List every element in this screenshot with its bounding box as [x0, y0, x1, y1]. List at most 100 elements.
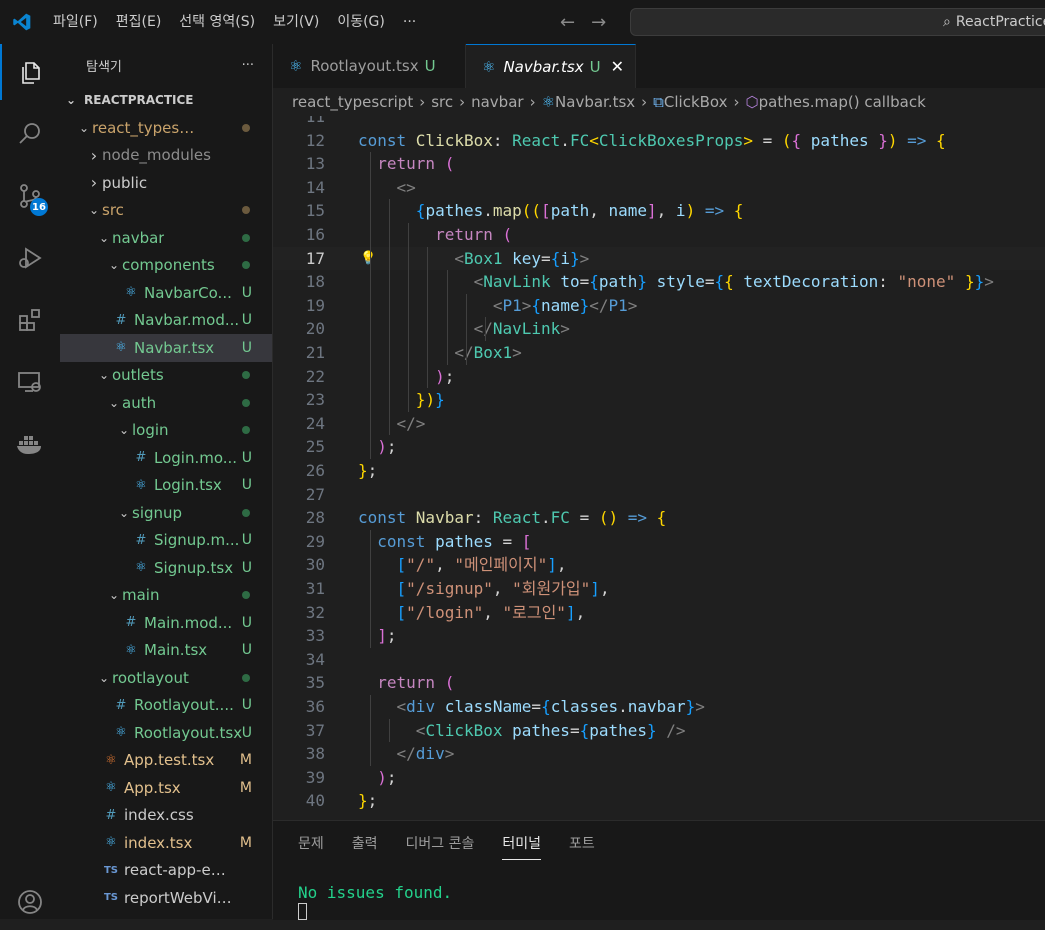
- tree-item[interactable]: # Signup.m... U: [60, 527, 272, 555]
- more-actions-icon[interactable]: ···: [242, 58, 254, 73]
- editor-tab[interactable]: ⚛ Rootlayout.tsx U: [273, 44, 466, 88]
- tree-item[interactable]: # Rootlayout.... U: [60, 692, 272, 720]
- code-text: return (: [435, 225, 513, 244]
- react-file-icon: ⚛: [125, 642, 137, 658]
- tree-item[interactable]: ⚛ Navbar.tsx U: [60, 334, 272, 362]
- code-text: <>: [396, 177, 416, 197]
- tree-item[interactable]: ⌄ auth: [60, 389, 272, 417]
- tree-item[interactable]: # Main.mod... U: [60, 609, 272, 637]
- explorer-title: 탐색기: [86, 59, 122, 75]
- tree-item[interactable]: ⚛ Rootlayout.tsx U: [60, 719, 272, 747]
- search-icon[interactable]: [0, 106, 60, 162]
- menu-item[interactable]: 이동(G): [328, 0, 394, 44]
- command-center-search[interactable]: ⌕ ReactPractice: [630, 8, 1045, 36]
- lightbulb-icon[interactable]: 💡: [360, 247, 376, 271]
- tree-item[interactable]: TS react-app-env.d.ts: [60, 857, 272, 885]
- breadcrumb-item[interactable]: src: [431, 93, 453, 111]
- tree-item-label: Login.tsx: [154, 476, 222, 495]
- tree-item[interactable]: ⌄ outlets: [60, 362, 272, 390]
- tree-item[interactable]: ⚛ Signup.tsx U: [60, 554, 272, 582]
- tree-item[interactable]: ⚛ NavbarCo... U: [60, 279, 272, 307]
- tree-item-label: Signup.m...: [154, 531, 240, 550]
- tree-item[interactable]: # Navbar.mod... U: [60, 307, 272, 335]
- panel-tab[interactable]: 문제: [298, 833, 324, 853]
- forward-arrow-icon[interactable]: →: [591, 12, 606, 33]
- react-file-icon: ⚛: [482, 57, 496, 76]
- line-number: 28: [305, 508, 325, 528]
- tree-item[interactable]: ⚛ Login.tsx U: [60, 472, 272, 500]
- git-status-dot: [242, 426, 250, 435]
- tree-item[interactable]: ⌄ rootlayout: [60, 664, 272, 692]
- explorer-icon[interactable]: [0, 44, 60, 100]
- panel-tab[interactable]: 터미널: [502, 833, 542, 860]
- close-icon[interactable]: ✕: [611, 57, 624, 76]
- code-text: <Box1 key={i}>: [454, 248, 590, 268]
- tree-item-label: Main.mod...: [144, 613, 233, 632]
- react-file-icon: ⚛: [541, 93, 556, 111]
- react-file-icon: ⚛: [135, 560, 147, 576]
- extensions-icon[interactable]: [0, 292, 60, 348]
- git-status-badge: U: [241, 614, 252, 631]
- workspace-root[interactable]: ⌄ REACTPRACTICE: [60, 86, 272, 114]
- tree-item[interactable]: ⌄ login: [60, 417, 272, 445]
- tree-item[interactable]: # index.css: [60, 802, 272, 830]
- tree-item[interactable]: ⚛ Main.tsx U: [60, 637, 272, 665]
- indent-guide: [388, 718, 390, 743]
- menu-item[interactable]: 편집(E): [107, 0, 171, 44]
- docker-icon[interactable]: [0, 416, 60, 472]
- tree-item[interactable]: TS reportWebVitals.ts: [60, 884, 272, 912]
- breadcrumb-item[interactable]: ClickBox: [664, 93, 728, 111]
- code-text: {pathes.map(([path, name], i) => {: [415, 201, 744, 221]
- line-number: 19: [305, 295, 325, 315]
- tab-git-status: U: [424, 57, 436, 75]
- editor-tab[interactable]: ⚛ Navbar.tsx U ✕: [466, 44, 636, 88]
- tree-item[interactable]: ⌄ signup: [60, 499, 272, 527]
- code-text: ];: [377, 626, 397, 646]
- workspace-root-label: REACTPRACTICE: [84, 93, 194, 107]
- react-file-icon: ⚛: [135, 477, 147, 493]
- menu-item[interactable]: 파일(F): [44, 0, 107, 44]
- breadcrumb-item[interactable]: Navbar.tsx: [555, 93, 635, 111]
- more-menu-icon[interactable]: ···: [394, 0, 425, 44]
- breadcrumb-item[interactable]: pathes.map() callback: [759, 93, 926, 111]
- code-text: return (: [377, 154, 455, 174]
- line-number: 13: [305, 154, 325, 174]
- tree-item[interactable]: ⚛ App.test.tsx M: [60, 747, 272, 775]
- code-editor[interactable]: 11 12 const ClickBox: React.FC<ClickBoxesP…: [273, 116, 1045, 820]
- tree-item-label: App.tsx: [124, 778, 181, 797]
- run-debug-icon[interactable]: [0, 230, 60, 286]
- line-number: 14: [305, 177, 325, 197]
- git-status-dot: [242, 673, 250, 682]
- tree-item[interactable]: ⌄ react_typescript: [60, 114, 272, 142]
- tree-item[interactable]: ⌄ components: [60, 252, 272, 280]
- breadcrumb-item[interactable]: react_typescript: [292, 93, 413, 111]
- code-text: </>: [396, 413, 426, 433]
- terminal-cursor[interactable]: [298, 903, 307, 920]
- panel-tab[interactable]: 디버그 콘솔: [406, 833, 475, 853]
- panel-tab[interactable]: 출력: [352, 833, 378, 853]
- tree-item[interactable]: › public: [60, 169, 272, 197]
- remote-explorer-icon[interactable]: [0, 354, 60, 410]
- breadcrumb-item[interactable]: navbar: [471, 93, 523, 111]
- tree-item[interactable]: ⌄ main: [60, 582, 272, 610]
- chevron-down-icon: ⌄: [98, 230, 110, 245]
- tree-item[interactable]: ⚛ App.tsx M: [60, 774, 272, 802]
- tree-item[interactable]: ⚛ index.tsx M: [60, 829, 272, 857]
- panel-tab[interactable]: 포트: [569, 833, 595, 853]
- line-number: 30: [305, 555, 325, 575]
- account-icon[interactable]: [0, 874, 60, 930]
- git-status-dot: [242, 261, 250, 270]
- source-control-icon[interactable]: 16: [0, 168, 60, 224]
- chevron-down-icon: ⌄: [88, 203, 100, 218]
- tree-item[interactable]: ⌄ navbar: [60, 224, 272, 252]
- code-text: </Box1>: [454, 343, 522, 362]
- menu-item[interactable]: 선택 영역(S): [170, 0, 264, 44]
- tree-item[interactable]: › node_modules: [60, 142, 272, 170]
- tree-item[interactable]: ⌄ src: [60, 197, 272, 225]
- menu-item[interactable]: 보기(V): [264, 0, 328, 44]
- line-number: 36: [305, 697, 325, 716]
- code-text: };: [358, 461, 378, 480]
- react-file-icon: ⚛: [105, 780, 117, 796]
- tree-item[interactable]: # Login.mo... U: [60, 444, 272, 472]
- back-arrow-icon[interactable]: ←: [560, 12, 575, 33]
